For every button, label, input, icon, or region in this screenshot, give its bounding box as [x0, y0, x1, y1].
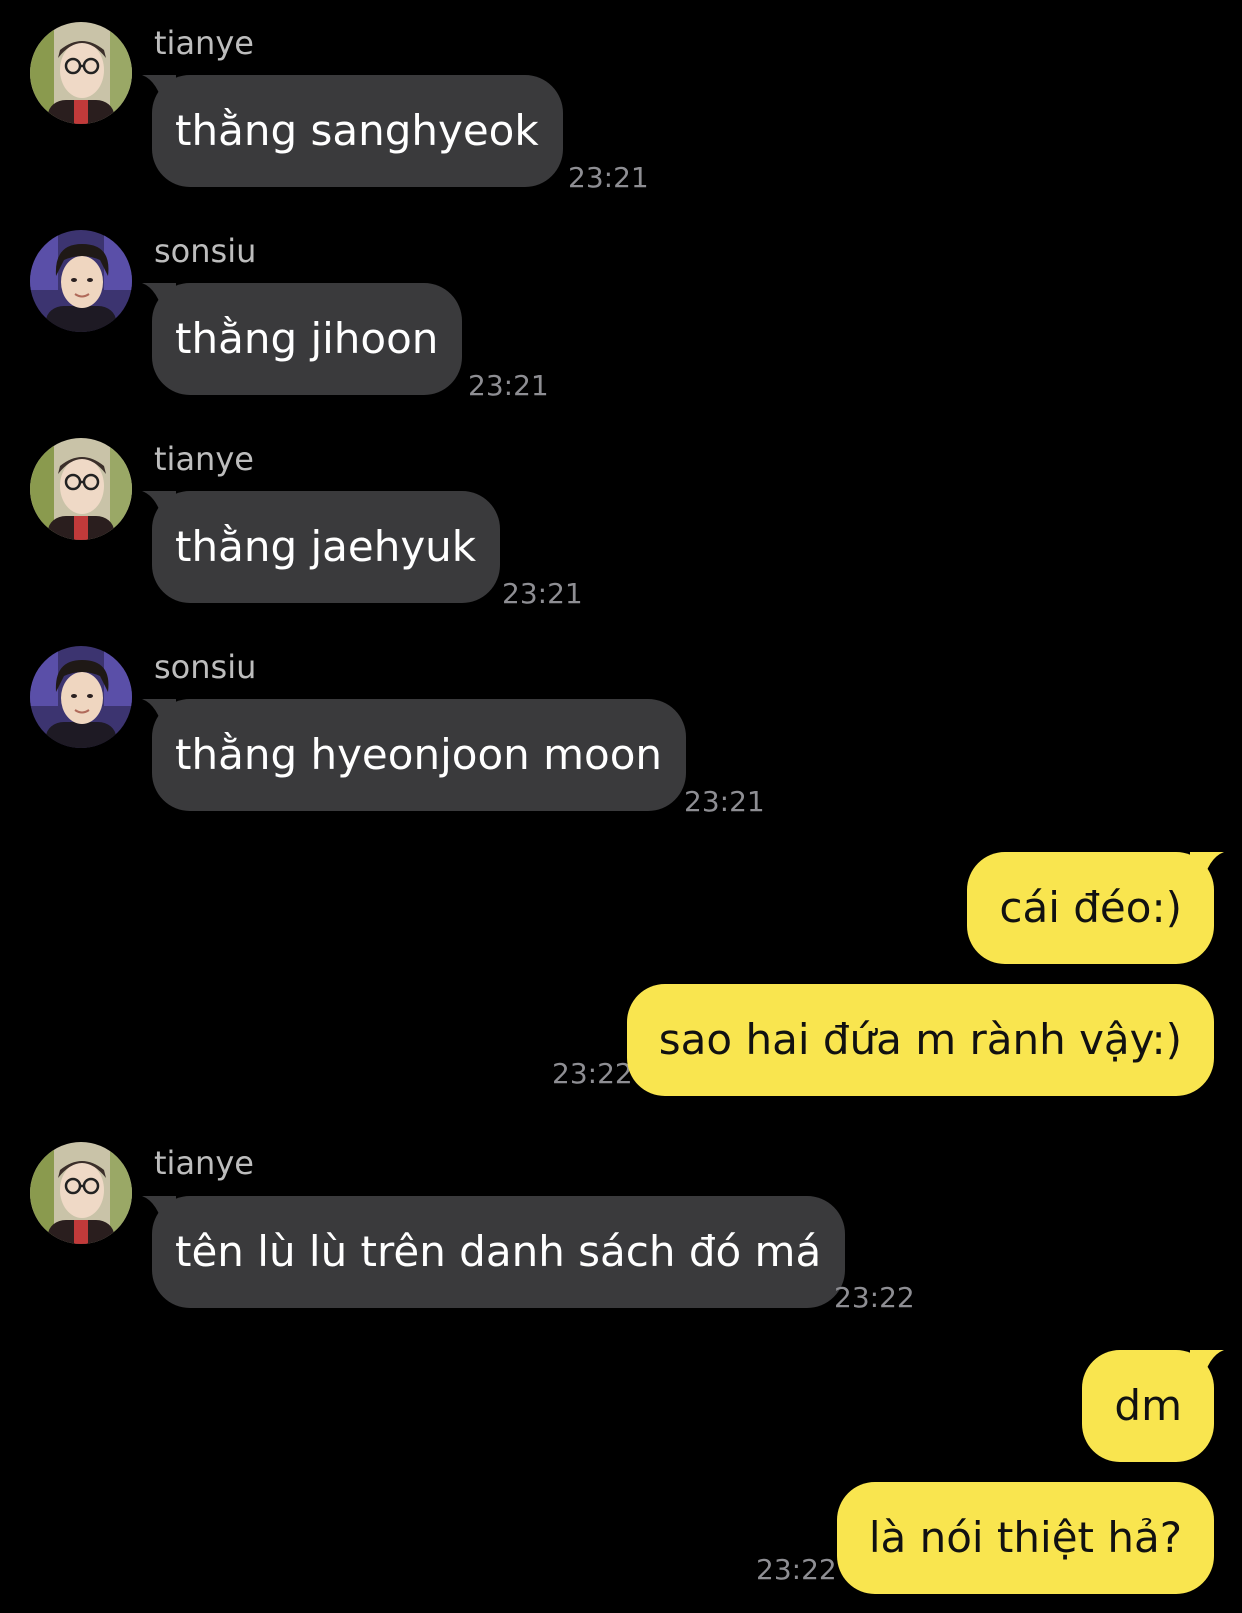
- message-text: tên lù lù trên danh sách đó má: [175, 1227, 822, 1276]
- message-text: thằng hyeonjoon moon: [175, 730, 663, 779]
- bubble-tail-icon: [142, 491, 176, 525]
- message-text: dm: [1114, 1381, 1182, 1430]
- message-time: 23:22: [756, 1553, 837, 1586]
- bubble-tail-icon: [142, 699, 176, 733]
- chat-view[interactable]: tianye thằng sanghyeok 23:21 sonsiu thằn…: [0, 0, 1242, 1613]
- sender-name: tianye: [154, 24, 254, 62]
- sender-name: tianye: [154, 1144, 254, 1182]
- message-bubble[interactable]: là nói thiệt hả?: [836, 1482, 1214, 1594]
- message-text: thằng jihoon: [175, 314, 439, 363]
- message-text: cái đéo:): [999, 883, 1182, 932]
- message-text: thằng jaehyuk: [175, 522, 477, 571]
- avatar-sonsiu[interactable]: [30, 646, 132, 748]
- bubble-tail-icon: [142, 283, 176, 317]
- sender-name: sonsiu: [154, 648, 257, 686]
- message-bubble[interactable]: cái đéo:): [967, 852, 1224, 964]
- message-text: sao hai đứa m rành vậy:): [658, 1015, 1182, 1064]
- message-bubble[interactable]: dm: [1082, 1350, 1224, 1462]
- bubble-tail-icon: [142, 75, 176, 109]
- message-time: 23:21: [684, 785, 765, 818]
- message-time: 23:21: [502, 577, 583, 610]
- message-time: 23:21: [568, 161, 649, 194]
- bubble-tail-icon: [1190, 852, 1224, 886]
- bubble-tail-icon: [142, 1196, 176, 1230]
- message-bubble[interactable]: thằng sanghyeok: [142, 75, 563, 187]
- message-time: 23:22: [834, 1281, 915, 1314]
- avatar-tianye[interactable]: [30, 1142, 132, 1244]
- bubble-tail-icon: [1190, 1350, 1224, 1384]
- message-time: 23:21: [468, 369, 549, 402]
- sender-name: sonsiu: [154, 232, 257, 270]
- message-bubble[interactable]: sao hai đứa m rành vậy:): [626, 984, 1214, 1096]
- sender-name: tianye: [154, 440, 254, 478]
- message-text: là nói thiệt hả?: [868, 1513, 1182, 1562]
- avatar-tianye[interactable]: [30, 438, 132, 540]
- avatar-tianye[interactable]: [30, 22, 132, 124]
- message-text: thằng sanghyeok: [175, 106, 539, 155]
- message-time: 23:22: [552, 1057, 633, 1090]
- message-bubble[interactable]: thằng jaehyuk: [142, 491, 501, 603]
- message-bubble[interactable]: thằng jihoon: [142, 283, 463, 395]
- avatar-sonsiu[interactable]: [30, 230, 132, 332]
- message-bubble[interactable]: tên lù lù trên danh sách đó má: [142, 1196, 846, 1308]
- message-bubble[interactable]: thằng hyeonjoon moon: [142, 699, 687, 811]
